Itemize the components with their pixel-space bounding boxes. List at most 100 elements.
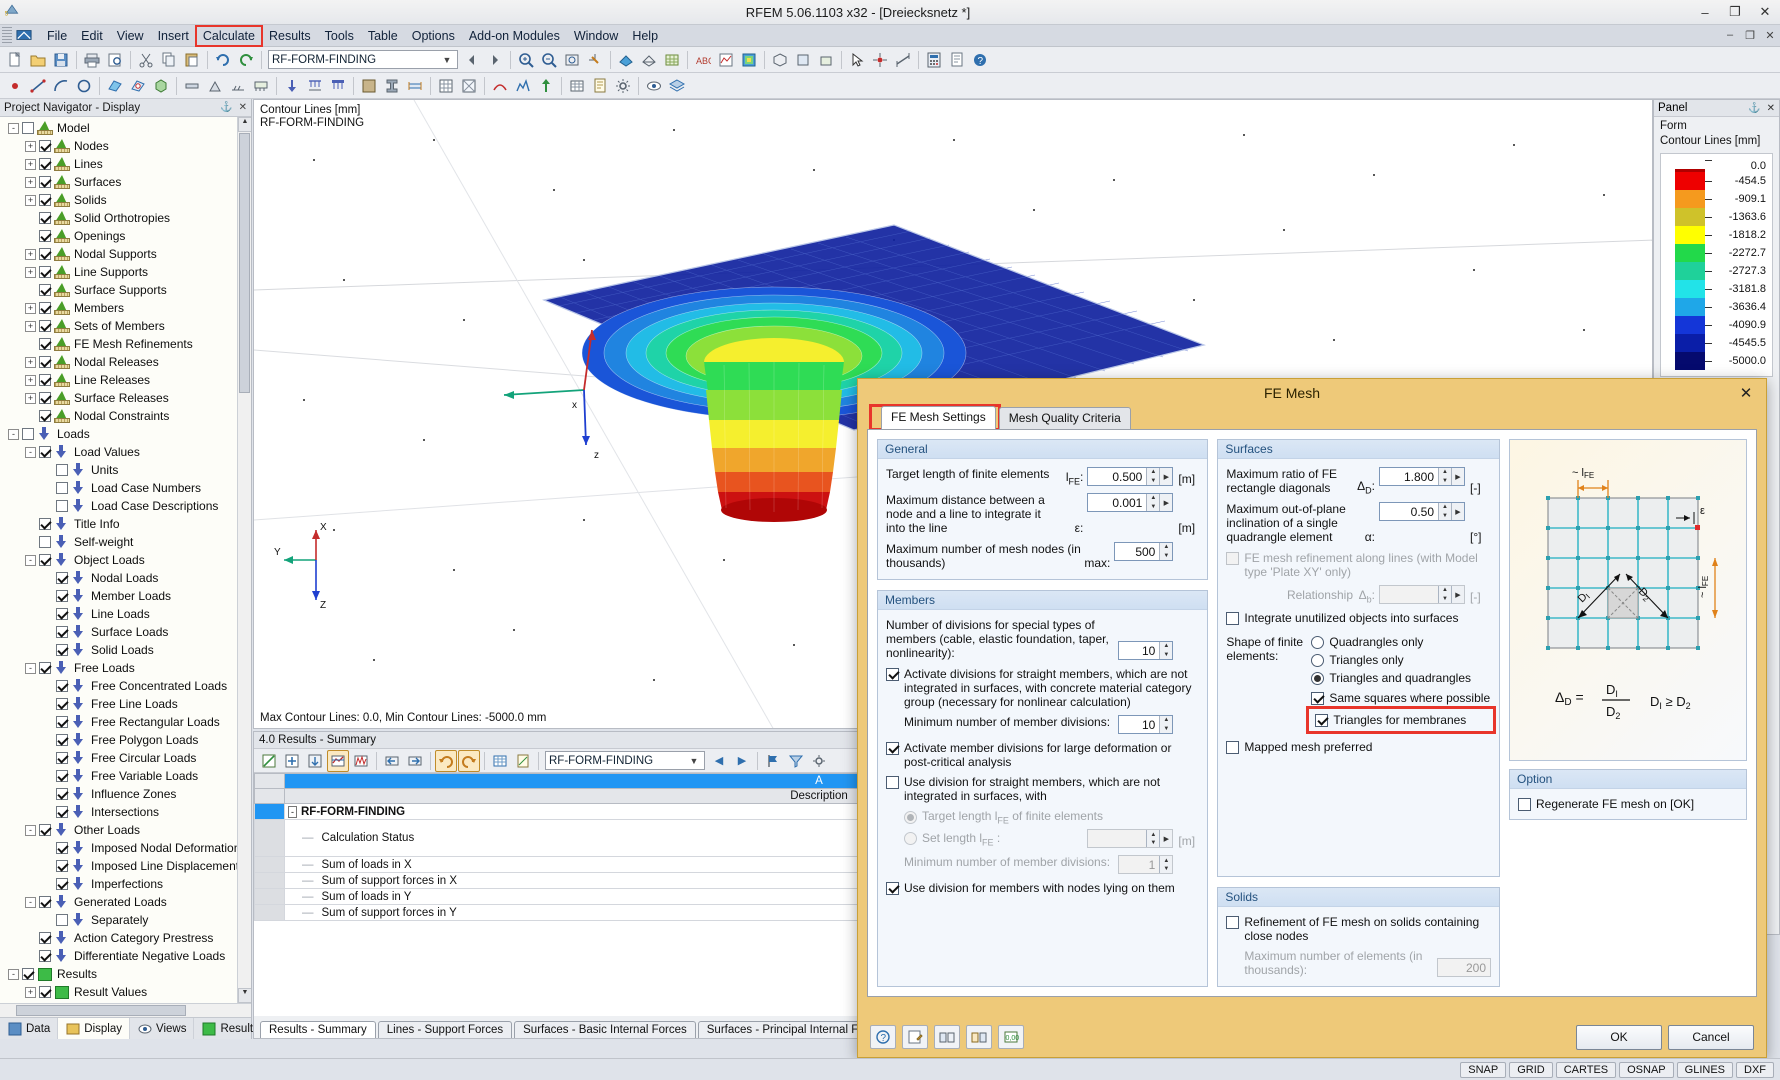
maximize-button[interactable]: ❐ (1720, 1, 1750, 23)
tree-item-sets-of-members[interactable]: +Sets of Members (0, 317, 251, 335)
special-divisions-spinner[interactable]: 10 ▲▼ (1118, 641, 1173, 660)
spinner-up-icon[interactable]: ▲ (1160, 642, 1172, 651)
table-grid-icon[interactable] (489, 750, 511, 772)
tree-item-solid-orthotropies[interactable]: Solid Orthotropies (0, 209, 251, 227)
dialog-tab-fe-mesh-settings[interactable]: FE Mesh Settings (881, 406, 996, 429)
results-tab-results-summary[interactable]: Results - Summary (260, 1021, 376, 1038)
thickness-icon[interactable] (404, 75, 426, 97)
line-support-icon[interactable] (227, 75, 249, 97)
menu-item-window[interactable]: Window (567, 26, 625, 46)
table-redo-icon[interactable] (458, 750, 480, 772)
tree-item-lines[interactable]: +Lines (0, 155, 251, 173)
tree-checkbox[interactable] (56, 608, 68, 620)
zoom-out-icon[interactable] (538, 49, 560, 71)
collapse-icon[interactable]: - (25, 825, 36, 836)
expand-icon[interactable]: + (25, 375, 36, 386)
table-next-icon[interactable] (404, 750, 426, 772)
integrate-objects-checkbox-row[interactable]: Integrate unutilized objects into surfac… (1226, 611, 1491, 625)
tree-item-action-category-prestress[interactable]: Action Category Prestress (0, 929, 251, 947)
line-tool-icon[interactable] (27, 75, 49, 97)
spinner-up-icon[interactable]: ▲ (1160, 543, 1172, 552)
status-button-cartes[interactable]: CARTES (1556, 1062, 1616, 1078)
spinner-more-icon[interactable]: ▶ (1451, 503, 1464, 520)
member-tool-icon[interactable] (181, 75, 203, 97)
table-undo-icon[interactable] (435, 750, 457, 772)
tree-checkbox[interactable] (39, 230, 51, 242)
view-top-icon[interactable] (792, 49, 814, 71)
mdi-close-button[interactable]: ✕ (1760, 29, 1780, 42)
navigator-tab-data[interactable]: Data (0, 1018, 58, 1039)
status-button-snap[interactable]: SNAP (1460, 1062, 1506, 1078)
tree-item-nodal-releases[interactable]: +Nodal Releases (0, 353, 251, 371)
results-load-case-combo[interactable]: RF-FORM-FINDING ▼ (545, 751, 705, 770)
save-icon[interactable] (50, 49, 72, 71)
spinner-up-icon[interactable]: ▲ (1439, 468, 1451, 477)
tree-checkbox[interactable] (39, 158, 51, 170)
tree-checkbox[interactable] (39, 554, 51, 566)
mesh-refine-icon[interactable] (458, 75, 480, 97)
tree-checkbox[interactable] (39, 950, 51, 962)
tree-checkbox[interactable] (22, 428, 34, 440)
row-header-cell[interactable] (255, 889, 285, 905)
tree-checkbox[interactable] (39, 284, 51, 296)
paste-icon[interactable] (181, 49, 203, 71)
tree-checkbox[interactable] (22, 968, 34, 980)
tree-item-separately[interactable]: Separately (0, 911, 251, 929)
activate-large-def-checkbox-row[interactable]: Activate member divisions for large defo… (886, 741, 1199, 769)
tree-checkbox[interactable] (39, 176, 51, 188)
menu-item-calculate[interactable]: Calculate (196, 26, 262, 46)
spinner-down-icon[interactable]: ▼ (1439, 512, 1451, 521)
spinner-up-icon[interactable]: ▲ (1147, 494, 1159, 503)
internal-forces-icon[interactable] (512, 75, 534, 97)
zoom-in-icon[interactable] (515, 49, 537, 71)
tree-item-nodal-supports[interactable]: +Nodal Supports (0, 245, 251, 263)
table-view-icon[interactable] (566, 75, 588, 97)
menu-grip[interactable] (2, 27, 12, 45)
shape-option-triangles-only[interactable]: Triangles only (1311, 653, 1491, 667)
cut-icon[interactable] (135, 49, 157, 71)
help-icon[interactable]: ? (969, 49, 991, 71)
cross-section-icon[interactable] (381, 75, 403, 97)
expand-icon[interactable]: + (25, 177, 36, 188)
grid-corner-cell[interactable] (255, 774, 285, 789)
load-case-combo[interactable]: RF-FORM-FINDING ▼ (268, 50, 458, 69)
fe-mesh-settings-icon[interactable] (435, 75, 457, 97)
tree-item-free-rectangular-loads[interactable]: Free Rectangular Loads (0, 713, 251, 731)
next-case-icon[interactable] (484, 49, 506, 71)
circle-tool-icon[interactable] (73, 75, 95, 97)
use-nodes-checkbox[interactable] (886, 882, 899, 895)
tree-checkbox[interactable] (39, 356, 51, 368)
tree-checkbox[interactable] (56, 914, 68, 926)
print-icon[interactable] (81, 49, 103, 71)
radio-target-length-row[interactable]: Target length lFE of finite elements (886, 809, 1199, 825)
use-division-checkbox-row[interactable]: Use division for straight members, which… (886, 775, 1199, 803)
tree-item-intersections[interactable]: Intersections (0, 803, 251, 821)
surface-tool-icon[interactable] (104, 75, 126, 97)
view-iso-icon[interactable] (769, 49, 791, 71)
spinner-arrows[interactable]: ▲▼ (1159, 716, 1172, 733)
tree-item-object-loads[interactable]: -Object Loads (0, 551, 251, 569)
tree-item-surface-loads[interactable]: Surface Loads (0, 623, 251, 641)
tree-item-line-supports[interactable]: +Line Supports (0, 263, 251, 281)
tree-checkbox[interactable] (56, 644, 68, 656)
tree-item-result-values[interactable]: +Result Values (0, 983, 251, 1001)
abc-annotation-icon[interactable]: ABC (692, 49, 714, 71)
results-diagram-icon[interactable] (715, 49, 737, 71)
spinner-down-icon[interactable]: ▼ (1160, 552, 1172, 561)
tree-checkbox[interactable] (56, 878, 68, 890)
expand-icon[interactable]: + (25, 393, 36, 404)
table-chart-icon[interactable] (327, 750, 349, 772)
tree-item-member-loads[interactable]: Member Loads (0, 587, 251, 605)
max-distance-spinner[interactable]: 0.001 ▲▼ ▶ (1087, 493, 1173, 512)
activate-straight-checkbox-row[interactable]: Activate divisions for straight members,… (886, 667, 1199, 709)
select-icon[interactable] (846, 49, 868, 71)
pin-icon[interactable]: ⚓ (1748, 103, 1760, 114)
chevron-down-icon[interactable]: ▼ (687, 756, 701, 766)
navigator-tree[interactable]: -Model+Nodes+Lines+Surfaces+SolidsSolid … (0, 117, 251, 1003)
pan-icon[interactable] (584, 49, 606, 71)
edit-settings-button[interactable] (902, 1025, 928, 1049)
pin-icon[interactable]: ⚓ (220, 102, 232, 113)
max-ratio-value[interactable]: 1.800 (1380, 468, 1438, 485)
spinner-down-icon[interactable]: ▼ (1147, 477, 1159, 486)
tree-item-openings[interactable]: Openings (0, 227, 251, 245)
